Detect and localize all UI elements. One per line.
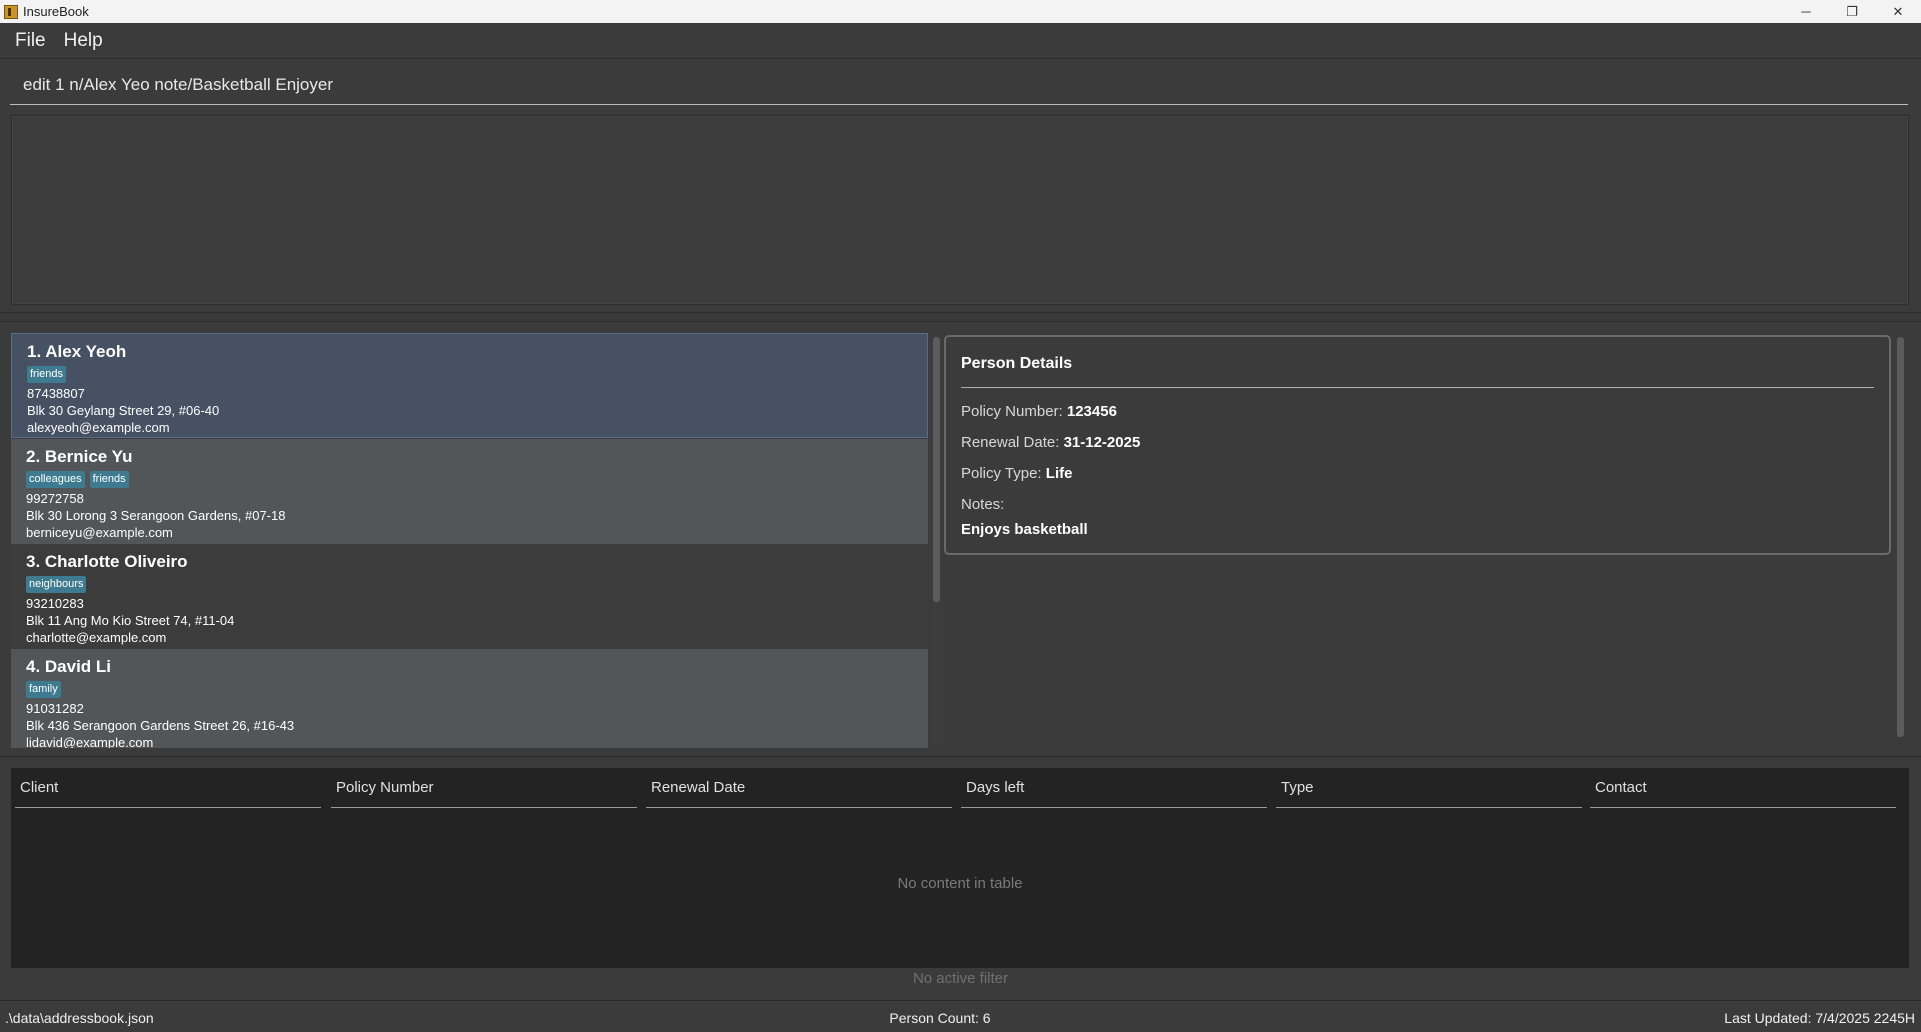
person-address: Blk 11 Ang Mo Kio Street 74, #11-04 — [26, 613, 235, 628]
app-icon — [4, 4, 18, 19]
policy-type-label: Policy Type: — [961, 465, 1042, 482]
person-email: berniceyu@example.com — [26, 525, 173, 540]
tag-list: family — [26, 681, 928, 698]
divider — [961, 387, 1874, 388]
split-divider[interactable] — [0, 756, 1921, 765]
renewal-date-label: Renewal Date: — [961, 434, 1060, 451]
person-name: 4. David Li — [26, 657, 112, 676]
notes-label: Notes: — [961, 496, 1005, 513]
tag-list: friends — [27, 366, 927, 383]
scrollbar-thumb[interactable] — [933, 337, 940, 602]
window-controls: ─ ❐ ✕ — [1783, 0, 1921, 23]
restore-button[interactable]: ❐ — [1829, 0, 1875, 23]
person-name: 3. Charlotte Oliveiro — [26, 552, 188, 571]
window-title: InsureBook — [23, 4, 89, 19]
column-header-type[interactable]: Type — [1276, 778, 1582, 808]
person-address: Blk 30 Geylang Street 29, #06-40 — [27, 403, 220, 418]
split-divider[interactable] — [0, 312, 1921, 322]
person-list-scrollbar[interactable] — [931, 333, 942, 748]
person-email: lidavid@example.com — [26, 735, 154, 748]
minimize-button[interactable]: ─ — [1783, 0, 1829, 23]
person-count: Person Count: 6 — [889, 1010, 991, 1026]
table-header: Client Policy Number Renewal Date Days l… — [11, 768, 1909, 810]
tag: neighbours — [26, 576, 87, 593]
tag-list: colleagues friends — [26, 471, 928, 488]
person-card[interactable]: 4. David Li family 91031282 Blk 436 Sera… — [11, 649, 928, 748]
close-button[interactable]: ✕ — [1875, 0, 1921, 23]
column-header-renewal-date[interactable]: Renewal Date — [646, 778, 952, 808]
menu-file[interactable]: File — [15, 30, 46, 52]
command-box — [10, 65, 1908, 105]
details-title: Person Details — [961, 355, 1073, 372]
details-scrollbar[interactable] — [1895, 333, 1906, 743]
person-email: alexyeoh@example.com — [27, 420, 170, 435]
renewal-date-row: Renewal Date: 31-12-2025 — [961, 433, 1874, 464]
tag: friends — [89, 471, 129, 488]
person-phone: 87438807 — [27, 386, 85, 401]
menu-help[interactable]: Help — [64, 30, 103, 52]
person-phone: 91031282 — [26, 701, 84, 716]
notes-value: Enjoys basketball — [961, 521, 1088, 538]
person-details-panel: Person Details Policy Number: 123456 Ren… — [944, 335, 1891, 555]
person-name: 2. Bernice Yu — [26, 447, 133, 466]
policy-number-label: Policy Number: — [961, 403, 1063, 420]
empty-table-message: No content in table — [897, 875, 1023, 892]
filter-status: No active filter — [912, 970, 1009, 987]
person-name: 1. Alex Yeoh — [27, 342, 127, 361]
column-header-days-left[interactable]: Days left — [961, 778, 1267, 808]
policy-type-value: Life — [1045, 465, 1073, 482]
tag: friends — [27, 366, 67, 383]
policy-number-row: Policy Number: 123456 — [961, 402, 1874, 433]
tag-list: neighbours — [26, 576, 928, 593]
status-bar: .\data\addressbook.json Person Count: 6 … — [0, 1000, 1921, 1032]
title-bar: InsureBook ─ ❐ ✕ — [0, 0, 1921, 23]
result-display[interactable] — [11, 115, 1909, 305]
column-header-policy-number[interactable]: Policy Number — [331, 778, 637, 808]
tag: family — [26, 681, 61, 698]
person-email: charlotte@example.com — [26, 630, 167, 645]
column-header-client[interactable]: Client — [15, 778, 321, 808]
person-card[interactable]: 1. Alex Yeoh friends 87438807 Blk 30 Gey… — [11, 333, 928, 438]
person-address: Blk 436 Serangoon Gardens Street 26, #16… — [26, 718, 295, 733]
renewal-date-value: 31-12-2025 — [1063, 434, 1141, 451]
person-phone: 99272758 — [26, 491, 84, 506]
person-phone: 93210283 — [26, 596, 84, 611]
person-card[interactable]: 3. Charlotte Oliveiro neighbours 9321028… — [11, 544, 928, 649]
person-address: Blk 30 Lorong 3 Serangoon Gardens, #07-1… — [26, 508, 286, 523]
policy-table[interactable]: Client Policy Number Renewal Date Days l… — [11, 768, 1909, 968]
menu-bar: File Help — [0, 23, 1921, 59]
last-updated: Last Updated: 7/4/2025 2245H — [1724, 1010, 1915, 1026]
column-header-contact[interactable]: Contact — [1590, 778, 1896, 808]
person-card[interactable]: 2. Bernice Yu colleagues friends 9927275… — [11, 439, 928, 544]
command-input[interactable] — [10, 65, 1908, 104]
scrollbar-thumb[interactable] — [1897, 337, 1904, 737]
person-list[interactable]: 1. Alex Yeoh friends 87438807 Blk 30 Gey… — [11, 333, 928, 748]
policy-number-value: 123456 — [1066, 403, 1117, 420]
policy-type-row: Policy Type: Life — [961, 464, 1874, 495]
tag: colleagues — [26, 471, 85, 488]
